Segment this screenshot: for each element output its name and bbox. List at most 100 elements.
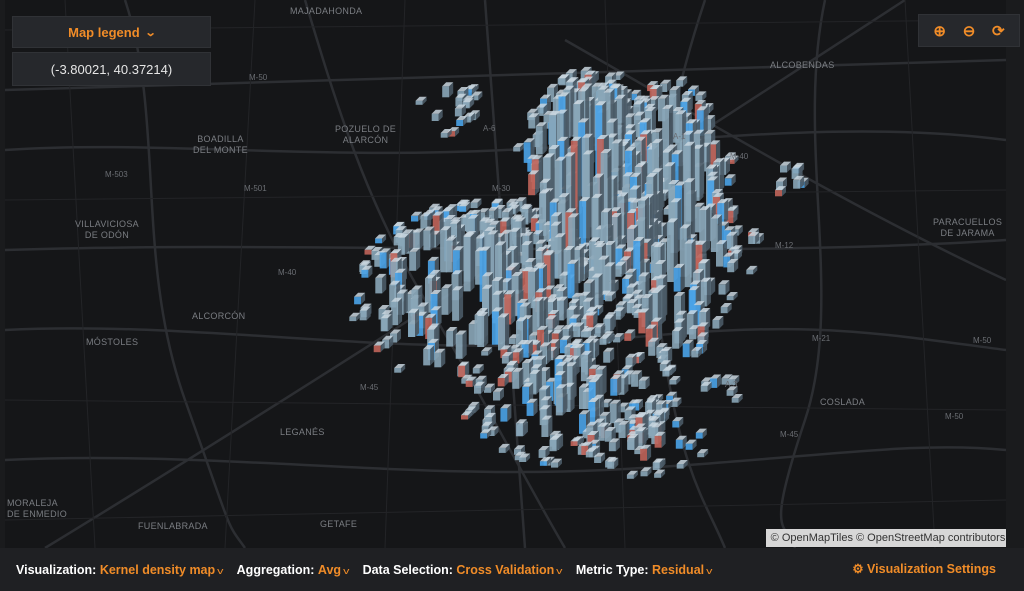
visualization-value: Kernel density map (99, 562, 216, 577)
zoom-controls: ⊕ ⊖ ⟳ (918, 14, 1020, 47)
density-bar (610, 374, 622, 396)
density-bar (497, 374, 509, 387)
density-bar (654, 431, 666, 448)
density-bar (579, 197, 591, 249)
density-bar (726, 292, 738, 301)
density-bar (456, 116, 468, 126)
density-bar (669, 376, 681, 385)
density-bar (446, 327, 458, 347)
road-label: M-50 (249, 73, 268, 82)
cursor-coordinates: (-3.80021, 40.37214) (12, 52, 211, 86)
density-bar (654, 469, 666, 478)
road-label: A-1 (673, 132, 686, 141)
data-selection-value: Cross Validation (456, 562, 555, 577)
density-bar (394, 364, 406, 373)
metric-type-value: Residual (652, 562, 705, 577)
density-bar (541, 415, 553, 437)
zoom-out-icon[interactable]: ⊖ (958, 22, 980, 40)
density-bar (695, 428, 707, 439)
chevron-down-icon: v (556, 565, 563, 576)
visualization-toolbar: Visualization: Kernel density map v Aggre… (0, 548, 1024, 591)
density-bar (375, 234, 387, 244)
density-bar (625, 353, 637, 368)
aggregation-label: Aggregation: (236, 562, 315, 577)
reset-view-icon[interactable]: ⟳ (987, 22, 1009, 40)
density-bar (431, 109, 443, 121)
road-label: M-40 (278, 268, 297, 277)
visualization-label: Visualization: (16, 562, 97, 577)
density-bar (477, 312, 489, 347)
density-bar (652, 458, 664, 470)
road-label: M-12 (775, 241, 794, 250)
road-label: M-501 (244, 184, 267, 193)
aggregation-value: Avg (317, 562, 342, 577)
place-label: COSLADA (820, 397, 866, 407)
map-legend-label: Map legend (68, 24, 140, 40)
chevron-down-icon: v (706, 565, 713, 576)
density-bar (710, 374, 722, 388)
place-label: GETAFE (320, 519, 358, 529)
density-bar (463, 233, 475, 292)
density-bar (526, 398, 538, 416)
density-bar (538, 446, 550, 458)
place-label: VILLAVICIOSA DE ODÓN (75, 219, 139, 240)
place-label: MAJADAHONDA (290, 6, 363, 16)
road-label: M-21 (812, 334, 831, 343)
density-bar (555, 384, 567, 416)
aggregation-dropdown[interactable]: Aggregation: Avg v (236, 562, 350, 577)
density-bar (373, 341, 385, 353)
density-bar (672, 327, 684, 349)
density-bar (676, 76, 688, 87)
density-bar (423, 226, 435, 251)
data-selection-dropdown[interactable]: Data Selection: Cross Validation v (362, 562, 563, 577)
density-bar (512, 367, 524, 389)
density-bar (672, 417, 684, 428)
density-bar (391, 297, 403, 326)
place-label: FUENLABRADA (138, 521, 208, 531)
density-bar (498, 443, 510, 453)
place-label: POZUELO DE ALARCÓN (335, 124, 397, 145)
density-bar (411, 211, 422, 222)
visualization-settings-button[interactable]: ⚙ Visualization Settings (852, 561, 996, 576)
chevron-down-icon: ⌄ (144, 26, 157, 39)
density-bar (349, 312, 361, 322)
density-bar (412, 228, 424, 249)
density-bar (724, 174, 736, 186)
density-bar (493, 387, 504, 401)
road-label: A-6 (483, 124, 496, 133)
visualization-dropdown[interactable]: Visualization: Kernel density map v (16, 562, 224, 577)
place-label: ALCORCÓN (192, 311, 246, 321)
density-bar (521, 340, 533, 358)
map-legend-button[interactable]: Map legend ⌄ (12, 16, 211, 48)
density-bar (434, 348, 446, 368)
place-label: MORALEJA DE ENMEDIO (7, 498, 68, 519)
zoom-in-icon[interactable]: ⊕ (929, 22, 951, 40)
density-bar (626, 470, 638, 479)
density-bar (513, 143, 525, 152)
density-bar (685, 439, 697, 450)
density-bar (452, 246, 464, 275)
density-bar (354, 292, 366, 305)
density-bar (697, 449, 709, 458)
place-label: ALCOBENDAS (770, 60, 835, 70)
density-bar (442, 82, 454, 98)
density-bar (676, 460, 688, 469)
density-bar (603, 314, 615, 333)
density-bar (780, 161, 791, 173)
road-label: M-45 (780, 430, 799, 439)
density-bar (718, 280, 730, 295)
road-label: M-503 (105, 170, 128, 179)
map-attribution[interactable]: © OpenMapTiles © OpenStreetMap contribut… (766, 529, 1006, 547)
density-bar (535, 122, 547, 155)
road-label: M-45 (360, 383, 379, 392)
data-selection-label: Data Selection: (362, 562, 453, 577)
road-label: M-40 (730, 152, 749, 161)
density-bar (380, 314, 392, 332)
metric-type-dropdown[interactable]: Metric Type: Residual v (576, 562, 713, 577)
density-bar (375, 273, 387, 294)
place-label: LEGANÉS (280, 427, 325, 437)
density-bar (481, 347, 493, 356)
chevron-down-icon: v (217, 565, 224, 576)
density-bar (409, 247, 421, 271)
density-bar (624, 329, 636, 341)
